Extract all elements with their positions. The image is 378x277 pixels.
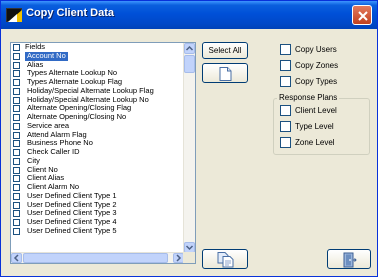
fields-listbox[interactable]: Fields Account No Alias Types Alternate Lo…	[10, 42, 196, 264]
copy-client-data-window: Copy Client Data Fields Account No Alias T…	[0, 0, 378, 277]
copy-option-checkbox[interactable]	[280, 76, 291, 87]
chevron-left-icon	[13, 254, 19, 262]
field-checkbox[interactable]	[13, 210, 20, 218]
exit-door-icon	[343, 252, 357, 268]
vertical-scrollbar[interactable]	[183, 43, 195, 253]
field-checkbox[interactable]	[13, 87, 20, 95]
response-plan-checkbox[interactable]	[280, 121, 291, 132]
field-row[interactable]: User Defined Client Type 5	[11, 225, 184, 236]
field-checkbox[interactable]	[13, 96, 20, 104]
select-all-button[interactable]: Select All	[202, 42, 248, 59]
chevron-down-icon	[185, 245, 194, 251]
title-bar[interactable]: Copy Client Data	[1, 1, 377, 29]
field-checkbox[interactable]	[13, 114, 20, 121]
scroll-thumb[interactable]	[184, 55, 195, 73]
field-checkbox[interactable]	[13, 227, 20, 235]
field-checkbox[interactable]	[13, 122, 20, 130]
select-all-checkbox[interactable]	[13, 44, 20, 51]
field-checkbox[interactable]	[13, 105, 20, 113]
scroll-up-button[interactable]	[184, 43, 195, 54]
copy-option-checkbox[interactable]	[280, 44, 291, 55]
field-checkbox[interactable]	[13, 175, 20, 183]
response-plan-label: Type Level	[295, 122, 334, 131]
copy-option-label: Copy Zones	[295, 61, 339, 70]
horizontal-scrollbar[interactable]	[11, 252, 184, 263]
field-checkbox[interactable]	[13, 166, 20, 174]
copy-documents-icon	[217, 252, 234, 268]
field-checkbox[interactable]	[13, 192, 20, 200]
copy-option-label: Copy Types	[295, 77, 338, 86]
scroll-corner	[183, 252, 195, 263]
fields-list: Fields Account No Alias Types Alternate Lo…	[11, 43, 184, 253]
exit-button[interactable]	[327, 249, 371, 269]
field-checkbox[interactable]	[13, 61, 20, 69]
close-icon	[358, 11, 368, 21]
copy-button[interactable]	[202, 249, 248, 269]
field-checkbox[interactable]	[13, 52, 20, 60]
field-checkbox[interactable]	[13, 140, 20, 148]
chevron-right-icon	[176, 254, 182, 262]
response-plan-checkbox[interactable]	[280, 137, 291, 148]
chevron-up-icon	[185, 45, 194, 51]
copy-option-label: Copy Users	[295, 45, 337, 54]
scroll-left-button[interactable]	[11, 253, 22, 263]
document-icon	[219, 67, 232, 81]
field-checkbox[interactable]	[13, 149, 20, 156]
field-checkbox[interactable]	[13, 219, 20, 226]
response-plan-label: Client Level	[295, 106, 337, 115]
copy-option-checkbox[interactable]	[280, 60, 291, 71]
response-plan-checkbox[interactable]	[280, 105, 291, 116]
hscroll-thumb[interactable]	[23, 253, 168, 263]
response-plan-label: Zone Level	[295, 138, 335, 147]
field-checkbox[interactable]	[13, 201, 20, 209]
field-checkbox[interactable]	[13, 131, 20, 139]
select-all-label: Select All	[208, 46, 242, 55]
close-button[interactable]	[352, 5, 372, 25]
field-checkbox[interactable]	[13, 184, 20, 191]
window-title: Copy Client Data	[26, 7, 115, 19]
new-document-button[interactable]	[202, 63, 248, 83]
response-plans-title: Response Plans	[277, 93, 340, 102]
field-checkbox[interactable]	[13, 79, 20, 86]
field-checkbox[interactable]	[13, 70, 20, 78]
field-checkbox[interactable]	[13, 157, 20, 165]
app-icon	[6, 8, 22, 22]
field-label: User Defined Client Type 5	[27, 225, 117, 235]
